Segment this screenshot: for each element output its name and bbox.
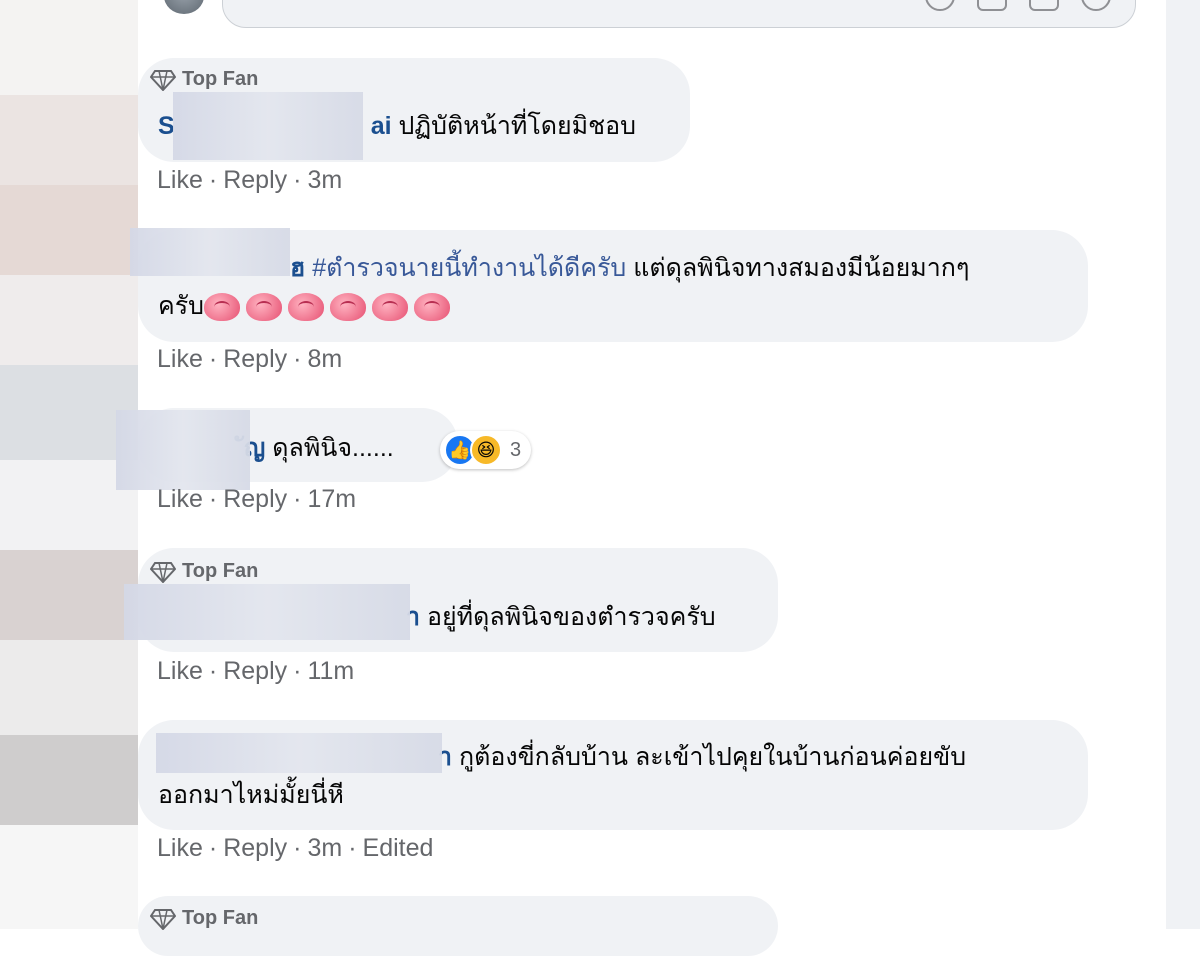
comment-input[interactable] (222, 0, 1136, 28)
like-button[interactable]: Like (157, 485, 203, 514)
reaction-count: 3 (510, 438, 522, 461)
comment-actions: Like · Reply · 8m (157, 345, 343, 374)
badge-label: Top Fan (182, 560, 259, 582)
diamond-icon (150, 908, 176, 930)
redacted-name (116, 410, 250, 490)
badge-label: Top Fan (182, 68, 259, 90)
timestamp[interactable]: 3m (307, 834, 342, 863)
comment-body-cont: ครับ (158, 292, 205, 320)
reaction-summary[interactable]: 👍 😆 3 (440, 431, 532, 469)
gif-icon[interactable] (1029, 0, 1059, 11)
comment-body: แต่ดุลพินิจทางสมองมีน้อยมากๆ (633, 254, 970, 282)
reply-button[interactable]: Reply (223, 657, 287, 686)
redacted-name (130, 228, 290, 276)
like-button[interactable]: Like (157, 166, 203, 195)
like-button[interactable]: Like (157, 834, 203, 863)
comment-author-tail[interactable]: ai (371, 112, 392, 140)
comment-body: ดุลพินิจ...... (272, 434, 394, 462)
brain-icon (204, 293, 241, 322)
comment-body-cont: ออกมาไหม่มั้ยนี่หี (158, 781, 344, 809)
user-avatar[interactable] (164, 0, 204, 14)
redacted-name (173, 92, 363, 160)
brain-icon (330, 293, 367, 322)
brain-icon (246, 293, 283, 322)
redacted-name (156, 733, 442, 773)
comment-text-line2: ครับ (158, 286, 456, 326)
diamond-icon (150, 561, 176, 583)
timestamp[interactable]: 17m (307, 485, 356, 514)
timestamp[interactable]: 8m (307, 345, 342, 374)
reply-button[interactable]: Reply (223, 485, 287, 514)
sticker-icon[interactable] (1081, 0, 1111, 11)
diamond-icon (150, 69, 176, 91)
timestamp[interactable]: 11m (307, 657, 354, 686)
emoji-icon[interactable] (925, 0, 955, 11)
top-fan-badge: Top Fan (150, 907, 258, 930)
comment-body: กูต้องขี่กลับบ้าน ละเข้าไปคุยในบ้านก่อนค… (459, 743, 967, 771)
like-button[interactable]: Like (157, 657, 203, 686)
reply-button[interactable]: Reply (223, 834, 287, 863)
brain-icon (288, 293, 325, 322)
comment-actions: Like · Reply · 17m (157, 485, 357, 514)
top-fan-badge: Top Fan (150, 560, 258, 583)
reply-button[interactable]: Reply (223, 166, 287, 195)
like-button[interactable]: Like (157, 345, 203, 374)
redacted-name (124, 584, 410, 640)
comment-body: ปฏิบัติหน้าที่โดยมิชอบ (398, 112, 637, 140)
brain-icon (372, 293, 409, 322)
comment-body: อยู่ที่ดุลพินิจของตำรวจครับ (427, 603, 716, 631)
scrollbar-track[interactable] (1166, 0, 1200, 929)
top-fan-badge: Top Fan (150, 68, 258, 91)
comment-actions: Like · Reply · 3m · Edited (157, 834, 434, 863)
comment-author-tail[interactable]: ฮ (290, 254, 305, 282)
comment-text-line2: ออกมาไหม่มั้ยนี่หี (158, 775, 344, 815)
comment-actions: Like · Reply · 3m (157, 166, 343, 195)
comment-actions: Like · Reply · 11m (157, 657, 355, 686)
camera-icon[interactable] (977, 0, 1007, 11)
hashtag-link[interactable]: #ตำรวจนายนี้ทำงานได้ดีครับ (312, 254, 626, 282)
haha-reaction-icon: 😆 (470, 434, 502, 466)
badge-label: Top Fan (182, 907, 259, 929)
timestamp[interactable]: 3m (307, 166, 342, 195)
brain-icon (414, 293, 451, 322)
edited-label[interactable]: Edited (363, 834, 434, 863)
reply-button[interactable]: Reply (223, 345, 287, 374)
brain-emoji-row (204, 292, 456, 322)
